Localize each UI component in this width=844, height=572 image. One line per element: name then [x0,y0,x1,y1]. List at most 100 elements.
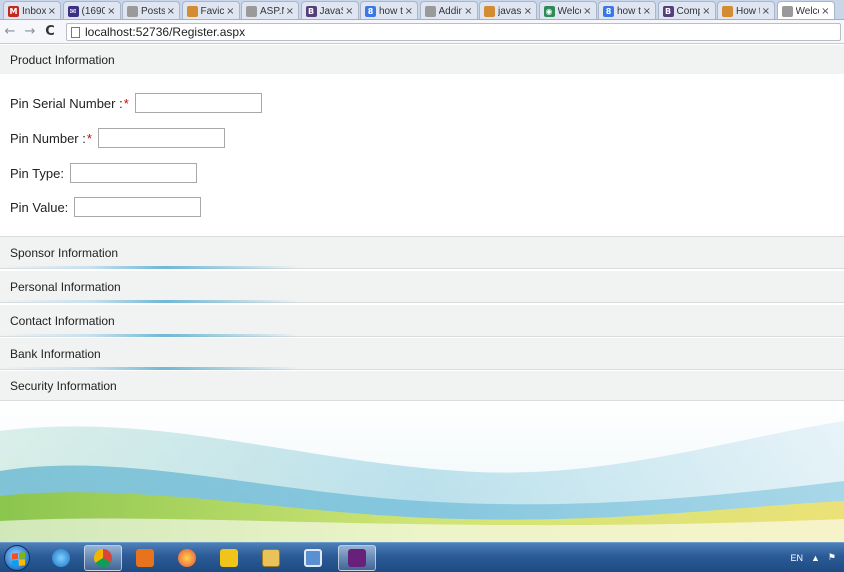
tab-label: (1690 [81,5,106,17]
close-tab-icon[interactable]: × [762,6,770,17]
browser-tab[interactable]: ◉Welco× [538,1,597,19]
tab-label: JavaSc [319,5,344,17]
section-title: Sponsor Information [10,245,119,260]
close-tab-icon[interactable]: × [524,6,532,17]
wave-decoration [0,300,300,303]
close-tab-icon[interactable]: × [464,6,472,17]
start-button[interactable] [4,545,30,571]
pin-value-input[interactable] [74,197,202,217]
browser-tab[interactable]: Addin × [419,1,478,19]
language-indicator[interactable]: EN [790,553,803,563]
page-icon [484,5,495,17]
section-title: Bank Information [10,346,101,361]
tab-label: Favico [200,5,225,17]
taskbar-visual-studio[interactable] [338,545,376,571]
browser-tab[interactable]: Welco× [776,1,835,19]
section-contact-information[interactable]: Contact Information [0,305,844,337]
mail-icon: ✉ [67,5,79,17]
bootstrap-icon: B [305,5,317,17]
pin-serial-number-input[interactable] [134,93,262,113]
close-tab-icon[interactable]: × [702,6,710,17]
section-bank-information[interactable]: Bank Information [0,338,844,370]
browser-tab[interactable]: ASP.N× [241,1,299,19]
tab-label: Addin [438,5,463,17]
page-icon [722,5,733,17]
page-icon [246,5,257,17]
taskbar-paint[interactable] [168,545,206,571]
google-icon: 8 [365,5,376,17]
close-tab-icon[interactable]: × [405,6,413,17]
taskbar-chrome[interactable] [84,545,122,571]
browser-tab[interactable]: Favico× [181,1,240,19]
pin-value-label: Pin Value: [10,199,69,215]
tab-label: ASP.N [260,5,284,17]
close-tab-icon[interactable]: × [48,6,56,17]
browser-toolbar: ← → C localhost:52736/Register.aspx [0,20,844,44]
section-security-information[interactable]: Security Information [0,371,844,401]
browser-tab[interactable]: How t × [717,1,775,19]
network-icon [220,549,238,567]
section-personal-information[interactable]: Personal Information [0,271,844,303]
browser-tab[interactable]: ✉ (1690 × [62,1,121,19]
browser-tab[interactable]: BComp× [657,1,716,19]
close-tab-icon[interactable]: × [167,6,175,17]
wave-decoration [0,334,300,337]
section-title: Security Information [10,378,117,393]
explorer-folder-icon [262,549,280,567]
browser-tab[interactable]: Posts × [122,1,180,19]
close-tab-icon[interactable]: × [345,6,353,17]
wave-decoration [0,367,300,370]
browser-tab[interactable]: 8 how t × [598,1,656,19]
browser-tab[interactable]: javas × [479,1,537,19]
gmail-icon: M [8,5,19,17]
reload-icon[interactable]: C [40,22,60,42]
page-icon [127,5,138,17]
taskbar-media-player[interactable] [126,545,164,571]
close-tab-icon[interactable]: × [107,6,115,17]
close-tab-icon[interactable]: × [286,6,294,17]
taskbar-network[interactable] [210,545,248,571]
paint-icon [178,549,196,567]
required-marker: * [123,95,129,111]
taskbar-ie[interactable] [42,545,80,571]
flag-icon[interactable]: ⚑ [828,552,836,563]
close-tab-icon[interactable]: × [583,6,591,17]
media-player-icon [136,549,154,567]
pin-type-input[interactable] [69,163,197,183]
close-tab-icon[interactable]: × [821,6,829,17]
pin-number-row: Pin Number : * [10,128,225,148]
close-tab-icon[interactable]: × [643,6,651,17]
browser-tab[interactable]: 8 how t × [360,1,418,19]
close-tab-icon[interactable]: × [226,6,234,17]
browser-tab[interactable]: M Inbox × [3,1,61,19]
pin-serial-number-row: Pin Serial Number : * [10,93,262,113]
windows-logo-icon [12,552,25,567]
wave-decoration [0,266,300,269]
tab-label: Comp [676,5,701,17]
forward-arrow-icon[interactable]: → [20,22,40,42]
section-sponsor-information[interactable]: Sponsor Information [0,236,844,269]
tab-label: how t [379,5,403,17]
address-bar[interactable]: localhost:52736/Register.aspx [66,23,841,41]
page-icon [71,26,80,38]
tray-arrow-icon[interactable]: ▲ [811,553,820,563]
taskbar-remote-desktop[interactable] [294,545,332,571]
page-content: Product Information Pin Serial Number : … [0,45,844,542]
browser-tab-strip: MInbox×✉(1690×Posts×Favico×ASP.N×BJavaSc… [0,0,844,20]
page-icon [424,5,436,17]
section-title: Personal Information [10,279,121,294]
pin-type-label: Pin Type: [10,165,64,181]
back-arrow-icon[interactable]: ← [0,22,20,42]
tab-label: How t [736,5,760,17]
section-product-information[interactable]: Product Information [0,45,844,74]
pin-value-row: Pin Value: [10,197,202,217]
taskbar-explorer[interactable] [252,545,290,571]
tab-label: how t [617,5,641,17]
tab-label: Welco [795,6,820,17]
required-marker: * [86,130,92,146]
pin-number-input[interactable] [97,128,225,148]
tab-label: javas [498,5,522,17]
tab-label: Posts [141,5,165,17]
address-url: localhost:52736/Register.aspx [85,25,246,39]
browser-tab[interactable]: BJavaSc× [300,1,359,19]
